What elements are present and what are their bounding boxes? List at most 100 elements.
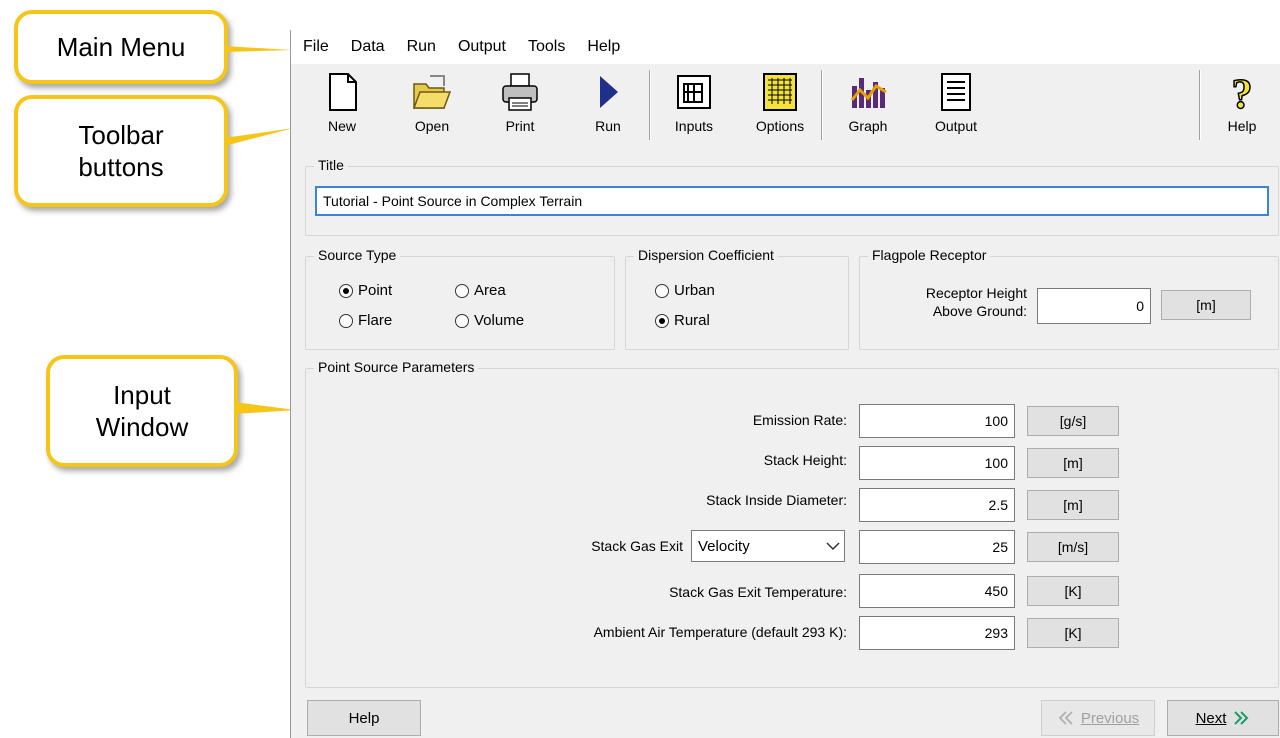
stack-diameter-label: Stack Inside Diameter: [706,492,847,508]
print-button-label: Print [505,118,535,134]
graph-icon [850,78,887,108]
radio-area-label: Area [474,282,506,299]
dispersion-legend: Dispersion Coefficient [634,247,778,263]
printer-icon [502,73,538,111]
run-play-icon [600,76,618,108]
stack-gas-exit-unit-button[interactable]: [m/s] [1027,532,1119,562]
open-folder-icon [412,75,452,109]
help-button-label: Help [348,709,380,727]
emission-rate-input[interactable] [859,404,1015,438]
flagpole-legend: Flagpole Receptor [868,247,991,263]
options-button[interactable]: Options [743,70,817,140]
svg-text:?: ? [1232,72,1253,114]
new-document-icon [329,73,357,111]
stack-gas-exit-select-value: Velocity [698,537,750,555]
main-menu-callout-pointer [224,46,292,52]
menu-tools[interactable]: Tools [517,38,576,56]
toolbar-callout-pointer [224,128,294,146]
toolbar-callout-line2: buttons [78,152,164,182]
open-button-label: Open [414,118,450,134]
new-button[interactable]: New [305,70,379,140]
menu-file[interactable]: File [291,38,340,56]
output-button[interactable]: Output [919,70,993,140]
chevron-down-icon [826,542,840,551]
emission-rate-unit-button[interactable]: [g/s] [1027,406,1119,436]
source-type-legend: Source Type [314,247,401,263]
toolbar-separator [649,70,651,140]
point-source-params-legend: Point Source Parameters [314,359,479,375]
title-input[interactable] [315,186,1269,216]
radio-rural[interactable]: Rural [655,312,710,329]
receptor-height-label-line2: Above Ground: [932,303,1027,319]
help-button[interactable]: Help [307,700,421,736]
radio-area[interactable]: Area [455,282,506,299]
application-window: File Data Run Output Tools Help New Open [290,30,1280,738]
stack-diameter-input[interactable] [859,488,1015,522]
previous-button-label: Previous [1080,709,1140,727]
radio-volume-label: Volume [474,312,525,329]
input-window-callout: Input Window [46,355,238,467]
run-button-label: Run [595,118,621,134]
open-button[interactable]: Open [395,70,469,140]
radio-point[interactable]: Point [339,282,392,299]
run-button[interactable]: Run [571,70,645,140]
menu-data[interactable]: Data [340,38,396,56]
emission-rate-label: Emission Rate: [752,412,847,428]
menu-run[interactable]: Run [396,38,447,56]
toolbar: New Open Print Run Inputs Options Graph … [291,66,1280,144]
radio-urban-circle [655,283,669,298]
graph-button-label: Graph [848,118,888,134]
input-window-callout-line2: Window [95,412,189,442]
toolbar-callout-line1: Toolbar [78,119,164,150]
menu-output[interactable]: Output [447,38,517,56]
main-menu-callout: Main Menu [14,10,228,84]
output-report-icon [941,73,971,111]
inputs-button[interactable]: Inputs [657,70,731,140]
menu-help[interactable]: Help [576,38,631,56]
stack-diameter-unit-button[interactable]: [m] [1027,490,1119,520]
radio-area-circle [455,283,469,298]
radio-flare-circle [339,313,353,328]
radio-rural-label: Rural [674,312,710,329]
exit-temperature-unit-button[interactable]: [K] [1027,576,1119,606]
stack-gas-exit-label: Stack Gas Exit [591,538,683,554]
receptor-height-label-line1: Receptor Height [925,285,1027,301]
print-button[interactable]: Print [483,70,557,140]
stack-gas-exit-select[interactable]: Velocity [691,530,845,562]
graph-button[interactable]: Graph [831,70,905,140]
output-button-label: Output [934,118,978,134]
stack-height-label: Stack Height: [763,452,847,468]
receptor-height-label: Receptor Height Above Ground: [881,284,1027,320]
next-button-label: Next [1195,709,1227,727]
radio-volume[interactable]: Volume [455,312,524,329]
previous-button[interactable]: Previous [1041,700,1155,736]
receptor-height-unit-button[interactable]: [m] [1161,290,1251,320]
help-question-icon: ? [1231,71,1254,114]
toolbar-separator [821,70,823,140]
radio-volume-circle [455,313,469,328]
toolbar-callout: Toolbar buttons [14,95,228,207]
inputs-button-label: Inputs [674,118,714,134]
ambient-temperature-input[interactable] [859,616,1015,650]
stack-gas-exit-input[interactable] [859,530,1015,564]
radio-flare[interactable]: Flare [339,312,392,329]
double-chevron-right-icon [1234,711,1249,725]
toolbar-separator [1199,70,1201,140]
new-button-label: New [327,118,356,134]
radio-urban[interactable]: Urban [655,282,715,299]
title-group-legend: Title [314,157,348,173]
help-toolbar-label: Help [1227,118,1257,134]
radio-flare-label: Flare [358,312,393,329]
help-toolbar-button[interactable]: ? Help [1207,70,1277,140]
input-window-callout-pointer [234,402,296,414]
input-window-callout-line1: Input [113,379,171,410]
ambient-temperature-unit-button[interactable]: [K] [1027,618,1119,648]
receptor-height-input[interactable] [1037,288,1151,324]
stack-height-input[interactable] [859,446,1015,480]
stack-height-unit-button[interactable]: [m] [1027,448,1119,478]
next-button[interactable]: Next [1167,700,1279,736]
radio-point-label: Point [358,282,393,299]
ambient-temperature-label: Ambient Air Temperature (default 293 K): [593,624,847,640]
exit-temperature-label: Stack Gas Exit Temperature: [669,584,847,600]
exit-temperature-input[interactable] [859,574,1015,608]
